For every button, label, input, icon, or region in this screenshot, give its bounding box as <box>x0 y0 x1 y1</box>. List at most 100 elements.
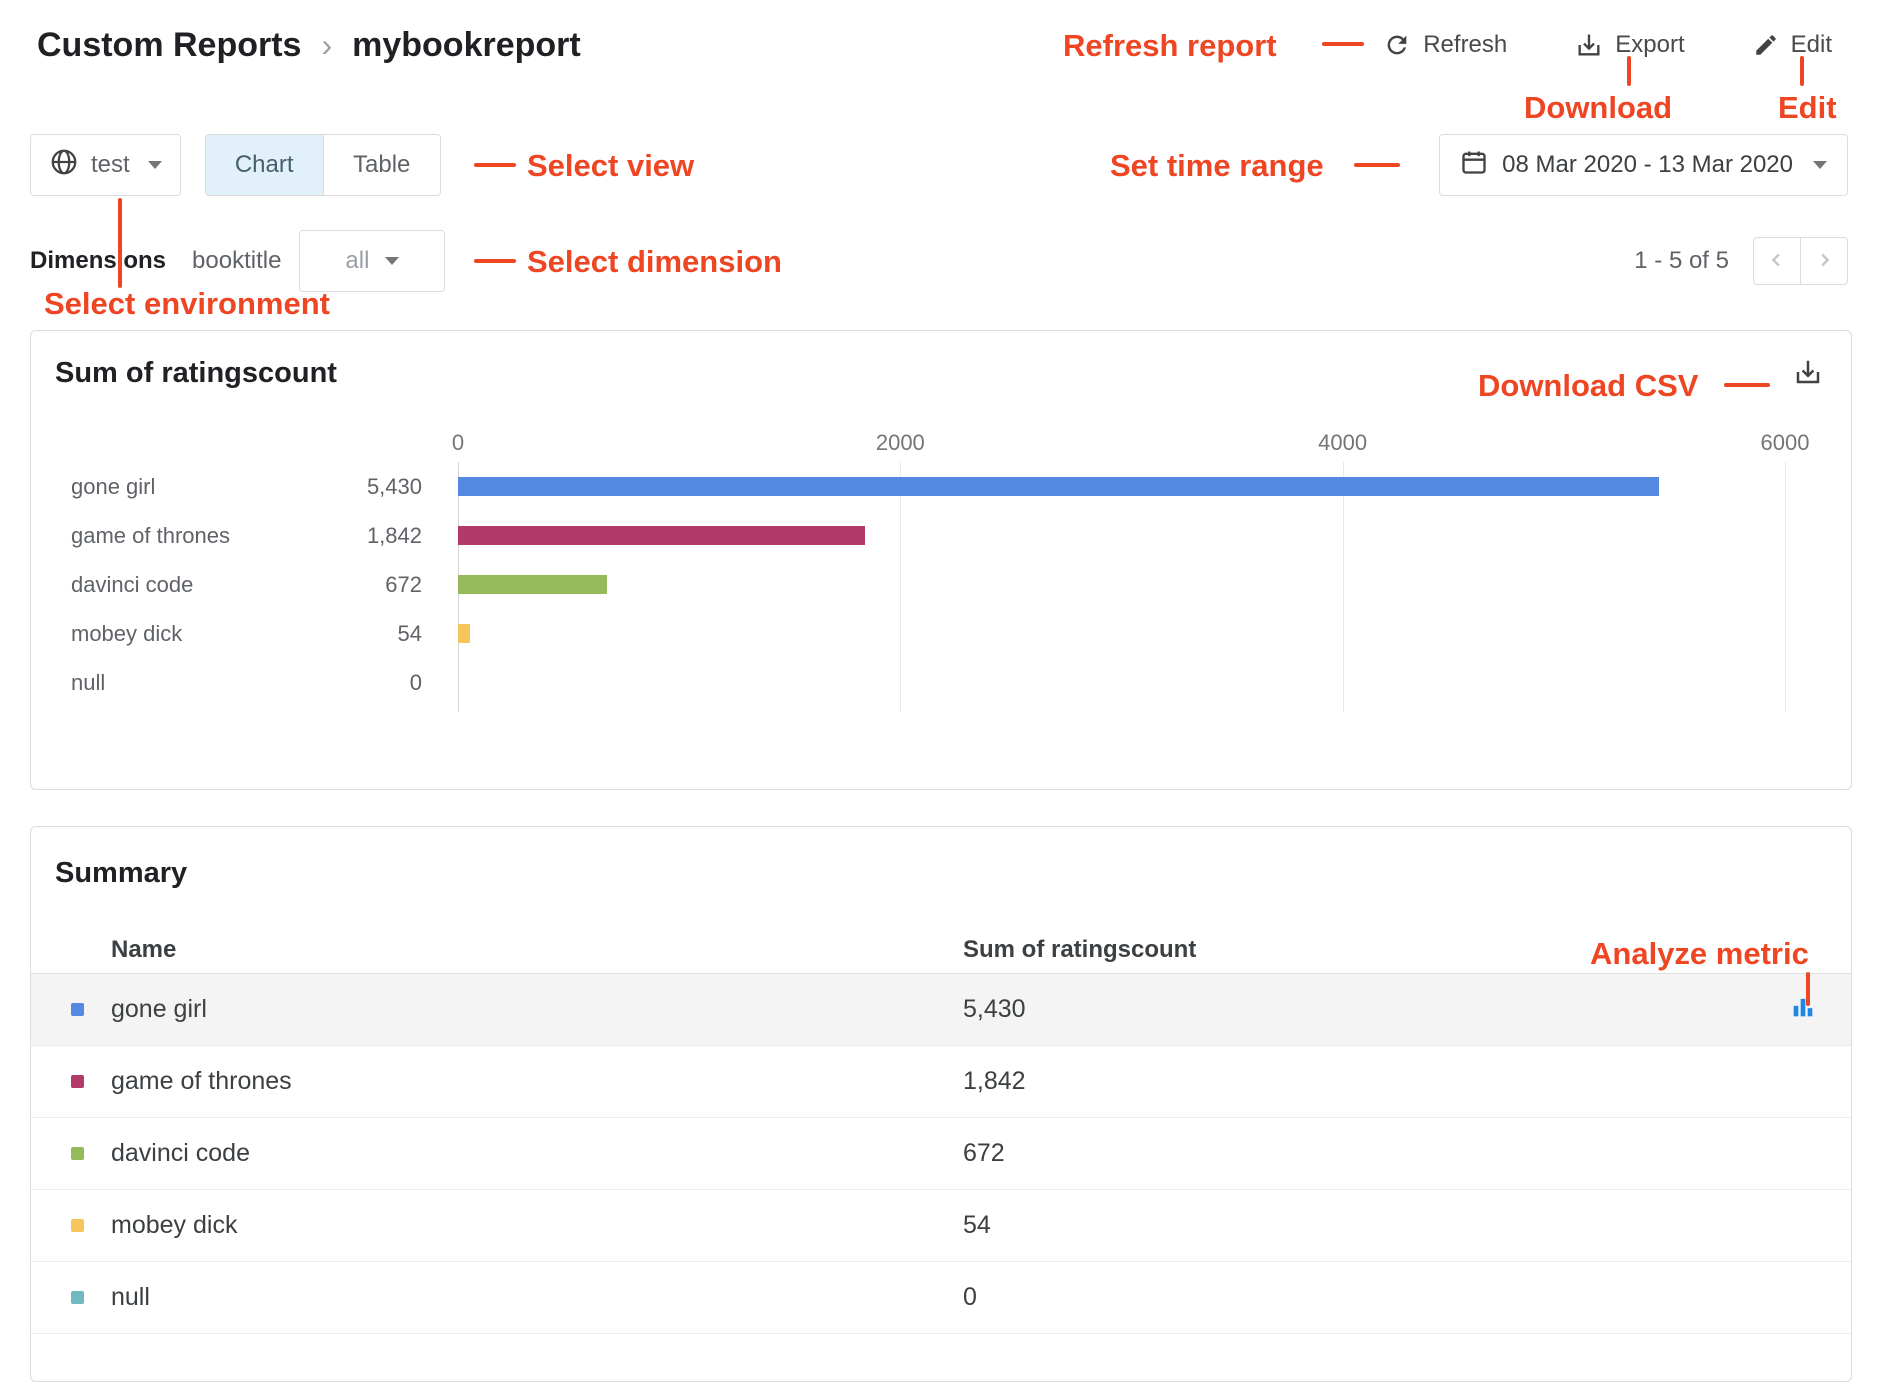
annotation-line <box>474 259 516 263</box>
chart-category-label: gone girl <box>71 474 351 500</box>
chart-row: davinci code672 <box>31 560 1851 609</box>
download-icon <box>1575 31 1603 59</box>
tab-table[interactable]: Table <box>323 135 440 195</box>
annotation-line <box>118 198 122 288</box>
annotation-line <box>1627 56 1631 86</box>
series-color-swatch <box>71 1147 84 1160</box>
chart-row: gone girl5,430 <box>31 462 1851 511</box>
export-label: Export <box>1615 31 1684 59</box>
chart-value-label: 672 <box>351 572 422 598</box>
header: Custom Reports › mybookreport Refresh Ex… <box>0 0 1882 90</box>
chart-category-label: mobey dick <box>71 621 351 647</box>
chart-x-axis: 0200040006000 <box>458 430 1785 462</box>
breadcrumb-root[interactable]: Custom Reports <box>37 26 301 65</box>
annotation-download-csv: Download CSV <box>1478 368 1698 404</box>
table-cell-value: 672 <box>963 1139 1755 1168</box>
annotation-set-time-range: Set time range <box>1110 148 1324 184</box>
breadcrumb-separator-icon: › <box>321 27 332 64</box>
annotation-select-environment: Select environment <box>44 286 330 322</box>
chart-category-label: davinci code <box>71 572 351 598</box>
pagination-prev-button[interactable] <box>1753 237 1801 285</box>
dimension-value-select[interactable]: all <box>299 230 445 292</box>
annotation-line <box>1354 163 1400 167</box>
axis-tick-label: 4000 <box>1318 430 1367 456</box>
dimension-name: booktitle <box>192 247 281 275</box>
chart-title: Sum of ratingscount <box>55 357 337 390</box>
summary-card: Summary Name Sum of ratingscount gone gi… <box>30 826 1852 1382</box>
chart-bar[interactable] <box>458 526 865 545</box>
chart-row: null0 <box>31 658 1851 707</box>
globe-icon <box>49 147 79 184</box>
table-row[interactable]: mobey dick54 <box>31 1190 1851 1262</box>
axis-tick-label: 2000 <box>876 430 925 456</box>
annotation-select-view: Select view <box>527 148 694 184</box>
chevron-right-icon <box>1813 249 1835 274</box>
calendar-icon <box>1460 148 1488 183</box>
chart-row: mobey dick54 <box>31 609 1851 658</box>
chart-bar[interactable] <box>458 575 607 594</box>
table-row[interactable]: null0 <box>31 1262 1851 1334</box>
table-cell-value: 0 <box>963 1283 1755 1312</box>
summary-table: Name Sum of ratingscount gone girl5,430g… <box>31 926 1851 1334</box>
download-icon <box>1793 375 1823 390</box>
annotation-analyze-metric: Analyze metric <box>1590 936 1809 972</box>
chart-value-label: 0 <box>351 670 422 696</box>
table-cell-value: 5,430 <box>963 995 1755 1024</box>
pencil-icon <box>1753 32 1779 58</box>
download-csv-button[interactable] <box>1793 357 1823 390</box>
tab-chart[interactable]: Chart <box>206 135 323 195</box>
table-cell-name: game of thrones <box>111 1067 963 1096</box>
table-cell-value: 54 <box>963 1211 1755 1240</box>
refresh-label: Refresh <box>1423 31 1507 59</box>
table-cell-value: 1,842 <box>963 1067 1755 1096</box>
environment-select[interactable]: test <box>30 134 181 196</box>
chart-value-label: 5,430 <box>351 474 422 500</box>
analyze-metric-icon[interactable] <box>1789 993 1817 1026</box>
chart-category-label: game of thrones <box>71 523 351 549</box>
export-button[interactable]: Export <box>1575 31 1684 59</box>
edit-button[interactable]: Edit <box>1753 31 1832 59</box>
chart-category-label: null <box>71 670 351 696</box>
breadcrumb-current: mybookreport <box>352 26 581 65</box>
table-header-row: Name Sum of ratingscount <box>31 926 1851 974</box>
chart-row: game of thrones1,842 <box>31 511 1851 560</box>
table-row[interactable]: game of thrones1,842 <box>31 1046 1851 1118</box>
pagination: 1 - 5 of 5 <box>1634 237 1848 285</box>
table-row[interactable]: gone girl5,430 <box>31 974 1851 1046</box>
dimensions-bar: Dimensions booktitle all 1 - 5 of 5 <box>0 230 1882 292</box>
annotation-line <box>1806 972 1810 1006</box>
series-color-swatch <box>71 1075 84 1088</box>
breadcrumb: Custom Reports › mybookreport <box>37 26 581 65</box>
table-cell-name: gone girl <box>111 995 963 1024</box>
view-toggle: Chart Table <box>205 134 441 196</box>
chart-bar[interactable] <box>458 477 1659 496</box>
annotation-line <box>474 163 516 167</box>
table-body: gone girl5,430game of thrones1,842davinc… <box>31 974 1851 1334</box>
annotation-line <box>1322 42 1364 46</box>
table-row[interactable]: davinci code672 <box>31 1118 1851 1190</box>
chart-bar[interactable] <box>458 624 470 643</box>
date-range-select[interactable]: 08 Mar 2020 - 13 Mar 2020 <box>1439 134 1848 196</box>
series-color-swatch <box>71 1003 84 1016</box>
table-cell-name: mobey dick <box>111 1211 963 1240</box>
dimensions-label: Dimensions <box>30 247 166 275</box>
refresh-icon <box>1383 31 1411 59</box>
bar-chart: 0200040006000 gone girl5,430game of thro… <box>31 430 1851 712</box>
chevron-down-icon <box>1813 161 1827 169</box>
toolbar: test Chart Table 08 Mar 2020 - 13 Mar 20… <box>0 134 1882 196</box>
annotation-refresh-report: Refresh report <box>1063 28 1277 64</box>
series-color-swatch <box>71 1291 84 1304</box>
chart-rows: gone girl5,430game of thrones1,842davinc… <box>31 462 1851 707</box>
axis-tick-label: 0 <box>452 430 464 456</box>
header-actions: Refresh Export Edit <box>1383 31 1832 59</box>
pagination-next-button[interactable] <box>1800 237 1848 285</box>
environment-value: test <box>91 151 130 179</box>
annotation-line <box>1724 383 1770 387</box>
dimension-selected-value: all <box>345 247 369 275</box>
chevron-down-icon <box>148 161 162 169</box>
column-header-name: Name <box>111 936 963 964</box>
chevron-left-icon <box>1766 249 1788 274</box>
table-cell-name: davinci code <box>111 1139 963 1168</box>
axis-tick-label: 6000 <box>1761 430 1810 456</box>
refresh-button[interactable]: Refresh <box>1383 31 1507 59</box>
